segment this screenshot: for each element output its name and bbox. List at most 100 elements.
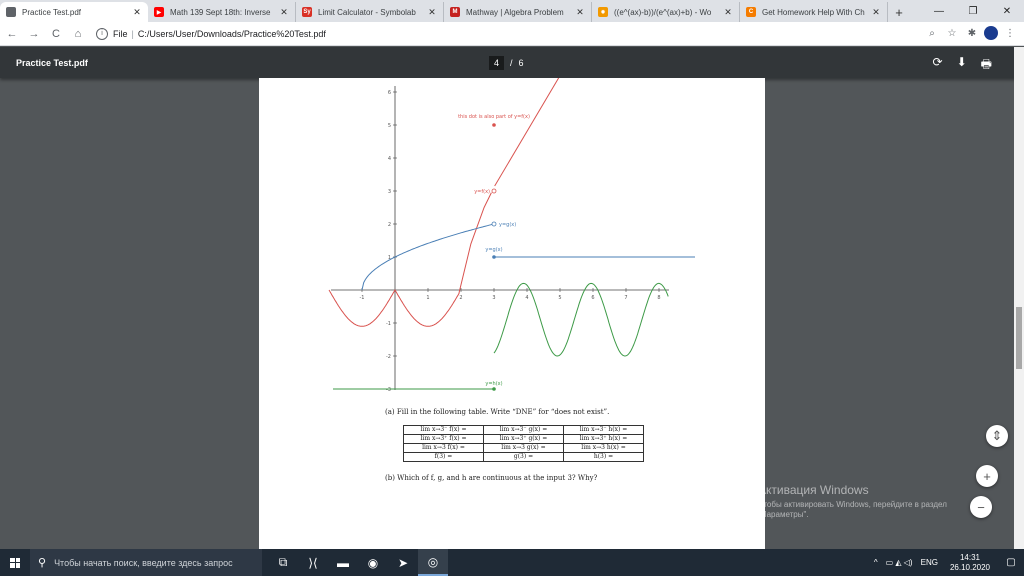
x-tick-label: 4 [525,295,528,301]
taskbar-search[interactable]: ⚲ Чтобы начать поиск, введите здесь запр… [30,549,262,576]
new-tab-button[interactable]: + [888,2,910,22]
url-text[interactable]: C:/Users/User/Downloads/Practice%20Test.… [138,29,326,39]
x-tick-label: 7 [624,295,627,301]
clock-time: 14:31 [959,552,980,562]
close-tab-icon[interactable]: ✕ [427,7,437,18]
download-icon[interactable]: ⬇ [957,55,967,76]
watermark-subtitle: Чтобы активировать Windows, перейдите в … [758,500,947,519]
profile-avatar[interactable] [984,26,998,40]
current-page-input[interactable]: 4 [489,56,505,70]
table-cell: lim x→3⁺ f(x) = [403,434,484,444]
y-tick-label: -1 [386,321,391,327]
notifications-icon[interactable]: ▢ [998,557,1024,568]
language-indicator[interactable]: ENG [921,558,938,567]
info-icon[interactable]: i [96,27,108,40]
clock-date: 26.10.2020 [949,562,990,572]
browser-tab[interactable]: C Get Homework Help With Ch ✕ [740,2,888,22]
x-tick-label: 1 [426,295,429,301]
file-explorer-icon[interactable]: ▬ [328,549,358,576]
search-placeholder: Чтобы начать поиск, введите здесь запрос [54,557,233,568]
maximize-button[interactable]: ❐ [956,0,990,22]
start-button[interactable] [0,549,30,576]
browser-toolbar: ← → C ⌂ i File | C:/Users/User/Downloads… [0,22,1024,46]
g-label-lower: y=g(x) [485,247,502,253]
table-row: lim x→3⁺ f(x) = lim x→3⁺ g(x) = lim x→3⁺ h… [403,434,644,444]
address-bar[interactable]: i File | C:/Users/User/Downloads/Practic… [96,25,916,43]
browser-tab[interactable]: ▶ Math 139 Sept 18th: Inverse ✕ [148,2,296,22]
table-cell: g(3) = [483,452,564,462]
windows-logo-icon [10,557,20,568]
chrome-icon[interactable]: ◎ [418,549,448,576]
browser-tab[interactable]: Sy Limit Calculator - Symbolab ✕ [296,2,444,22]
table-cell: lim x→3 g(x) = [483,443,564,453]
close-window-button[interactable]: ✕ [990,0,1024,22]
pdf-filename: Practice Test.pdf [16,58,88,68]
x-tick-label: 2 [459,295,462,301]
scrollbar-thumb[interactable] [1016,307,1022,369]
bookmark-star-icon[interactable]: ☆ [944,28,960,39]
table-cell: lim x→3⁻ f(x) = [403,425,484,435]
close-tab-icon[interactable]: ✕ [575,7,585,18]
y-tick-label: 3 [388,189,391,195]
address-separator: | [131,28,134,39]
table-cell: lim x→3⁺ h(x) = [563,434,644,444]
telegram-icon[interactable]: ➤ [388,549,418,576]
tab-title: Get Homework Help With Ch [762,7,865,17]
clock[interactable]: 14:31 26.10.2020 [950,553,990,573]
table-cell: lim x→3⁻ h(x) = [563,425,644,435]
forward-button[interactable]: → [24,28,44,40]
vscode-icon[interactable]: ⟩⟨ [298,549,328,576]
menu-kebab-icon[interactable]: ⋮ [1002,28,1018,39]
f-curve-left [328,192,492,327]
close-tab-icon[interactable]: ✕ [279,7,289,18]
vertical-scrollbar[interactable] [1014,47,1024,549]
watermark-title: Активация Windows [758,483,869,497]
total-pages: 6 [518,58,524,68]
home-button[interactable]: ⌂ [68,28,88,40]
h-curve-right [493,282,669,357]
reload-button[interactable]: C [46,28,66,40]
back-button[interactable]: ← [2,28,22,40]
taskbar: ⚲ Чтобы начать поиск, введите здесь запр… [0,549,1024,576]
table-cell: h(3) = [563,452,644,462]
tab-title: Limit Calculator - Symbolab [318,7,416,17]
y-tick-label: -2 [386,354,391,360]
extensions-icon[interactable]: ✱ [964,28,980,39]
task-view-icon[interactable]: ⧉ [268,549,298,576]
close-tab-icon[interactable]: ✕ [132,7,142,18]
tray-arrow-icon[interactable]: ^ [874,558,878,567]
scheme-label: File [113,28,128,39]
page-indicator: 4 / 6 [489,56,524,70]
toolbar-right-icons: ⌕ ☆ ✱ ⋮ [924,26,1018,40]
g-closed-dot [492,255,496,259]
x-tick-label: -1 [360,295,365,301]
zoom-icon[interactable]: ⌕ [924,28,940,39]
page-separator: / [510,58,513,68]
browser-tab[interactable]: Practice Test.pdf ✕ [0,2,148,22]
tray-status-icons[interactable]: ▭ ◭ ◁) [886,558,913,567]
close-tab-icon[interactable]: ✕ [723,7,733,18]
x-tick-label: 3 [492,295,495,301]
minimize-button[interactable]: — [922,0,956,22]
table-cell: lim x→3 h(x) = [563,443,644,453]
rotate-icon[interactable]: ⟳ [933,55,943,76]
y-tick-label: 5 [388,123,391,129]
tab-title: Math 139 Sept 18th: Inverse [170,7,271,17]
close-tab-icon[interactable]: ✕ [871,7,881,18]
print-icon[interactable]: 🖶 [981,55,992,76]
taskbar-apps: ⧉ ⟩⟨ ▬ ◉ ➤ ◎ [268,549,448,576]
f-closed-dot [492,123,496,127]
browser-tab[interactable]: M Mathway | Algebra Problem ✕ [444,2,592,22]
g-open-dot [491,221,497,227]
h-label: y=h(x) [485,381,502,387]
fit-page-button[interactable]: ⇕ [986,425,1008,447]
tab-list: Practice Test.pdf ✕ ▶ Math 139 Sept 18th: I… [0,2,888,22]
pdf-toolbar: Practice Test.pdf 4 / 6 ⟳ ⬇ 🖶 [0,47,1024,78]
table-row: lim x→3 f(x) = lim x→3 g(x) = lim x→3 h(x)… [403,443,644,453]
windows-activation-watermark: Активация Windows Чтобы активировать Win… [758,483,988,520]
browser-tab[interactable]: ✹ ((e^(ax)-b))/(e^(ax)+b) - Wo ✕ [592,2,740,22]
tab-favicon-icon: M [450,7,460,17]
tab-strip: Practice Test.pdf ✕ ▶ Math 139 Sept 18th: I… [0,0,1024,22]
question-a: (a) Fill in the following table. Write “… [385,408,610,416]
steam-icon[interactable]: ◉ [358,549,388,576]
